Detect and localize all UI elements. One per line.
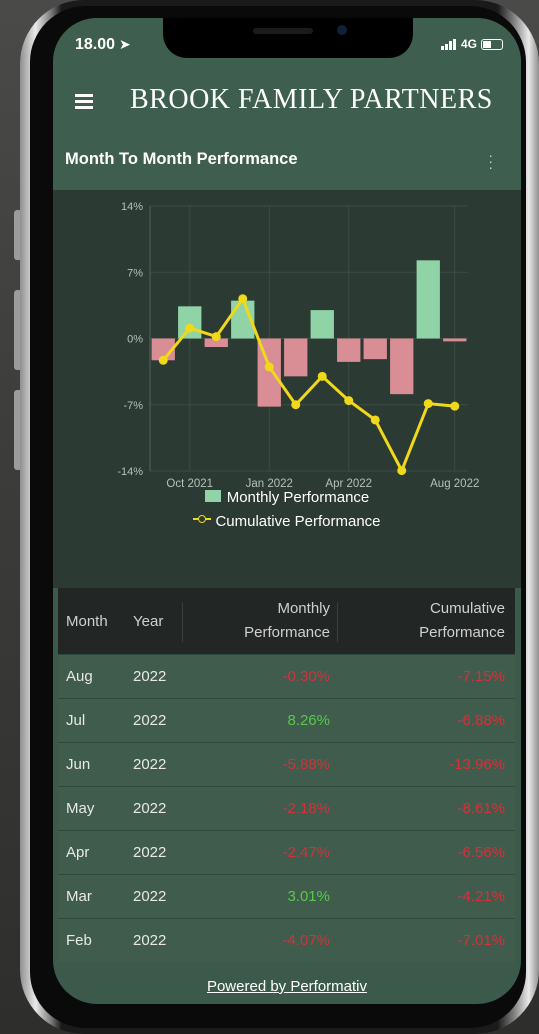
network-type: 4G — [460, 37, 477, 51]
table-header: Month Year Monthly Performance Cumulativ… — [58, 588, 515, 654]
bar-monthly — [363, 338, 387, 360]
cumulative-point — [344, 396, 354, 406]
monthly-swatch-icon — [204, 490, 221, 502]
cell-month: Jul — [66, 712, 86, 729]
y-tick-label: 7% — [127, 267, 143, 279]
cumulative-point — [317, 371, 327, 381]
cumulative-point — [370, 415, 380, 425]
status-indicators: 4G — [440, 37, 503, 51]
cell-month: Mar — [66, 888, 92, 905]
cell-cumulative: -6.88% — [457, 712, 505, 729]
location-arrow-icon: ➤ — [119, 36, 131, 52]
cell-month: Feb — [66, 932, 92, 949]
cell-monthly: -2.47% — [282, 844, 330, 861]
battery-icon — [481, 38, 503, 50]
y-tick-label: -14% — [117, 466, 143, 478]
cumulative-point — [291, 400, 301, 410]
cell-monthly: 8.26% — [287, 712, 330, 729]
cumulative-point — [211, 332, 221, 342]
header-cumulative-line2[interactable]: Performance — [419, 624, 505, 641]
header-monthly-line2[interactable]: Performance — [244, 624, 330, 641]
bar-monthly — [390, 338, 414, 395]
app-header: BROOK FAMILY PARTNERS — [53, 70, 521, 132]
y-tick-label: 0% — [127, 334, 143, 346]
cumulative-line-icon — [193, 513, 212, 523]
cell-cumulative: -7.01% — [457, 932, 505, 949]
cell-year: 2022 — [133, 800, 167, 817]
cell-cumulative: -6.56% — [457, 844, 505, 861]
table-row: Jun 2022 -5.88% -13.96% — [58, 742, 515, 786]
cumulative-point — [158, 355, 168, 365]
y-tick-label: -7% — [123, 400, 143, 412]
cell-monthly: -5.88% — [282, 756, 330, 773]
cumulative-point — [423, 399, 433, 409]
cell-year: 2022 — [133, 888, 167, 905]
bar-monthly — [443, 338, 467, 342]
table-row: Aug 2022 -0.30% -7.15% — [58, 654, 515, 698]
cell-year: 2022 — [133, 668, 167, 685]
table-row: Jul 2022 8.26% -6.88% — [58, 698, 515, 742]
cumulative-point — [264, 362, 274, 372]
y-tick-label: 14% — [121, 201, 143, 213]
header-monthly-line1[interactable]: Monthly — [277, 600, 330, 617]
cell-cumulative: -4.21% — [457, 888, 505, 905]
cell-monthly: -4.07% — [282, 932, 330, 949]
cell-year: 2022 — [133, 844, 167, 861]
cell-year: 2022 — [133, 932, 167, 949]
bar-monthly — [337, 338, 361, 362]
header-cumulative-line1[interactable]: Cumulative — [430, 600, 505, 617]
legend-monthly-label: Monthly Performance — [226, 489, 370, 506]
card-title: Month To Month Performance — [65, 150, 298, 168]
powered-by-link[interactable]: Powered by Performativ — [53, 978, 521, 995]
notch — [163, 18, 413, 58]
status-time: 18.00 — [75, 36, 116, 53]
header-month[interactable]: Month — [66, 613, 108, 630]
table-row: Apr 2022 -2.47% -6.56% — [58, 830, 515, 874]
cell-cumulative: -13.96% — [449, 756, 505, 773]
table-row: May 2022 -2.18% -8.61% — [58, 786, 515, 830]
table-row: Mar 2022 3.01% -4.21% — [58, 874, 515, 918]
legend-monthly[interactable]: Monthly Performance — [53, 489, 521, 506]
signal-bars-icon — [440, 38, 457, 50]
bar-monthly — [178, 306, 202, 339]
performance-chart: 14%7%0%-7%-14%Oct 2021 Jan 2022 Apr 2022 Au… — [117, 201, 479, 490]
brand-title: BROOK FAMILY PARTNERS — [130, 84, 493, 115]
more-options-icon[interactable]: · · · — [488, 148, 493, 174]
cell-year: 2022 — [133, 712, 167, 729]
hamburger-menu-icon[interactable] — [75, 94, 93, 109]
cumulative-point — [185, 323, 195, 333]
cell-cumulative: -8.61% — [457, 800, 505, 817]
cell-month: Apr — [66, 844, 90, 861]
cumulative-point — [450, 401, 460, 411]
header-year[interactable]: Year — [133, 613, 163, 630]
bar-monthly — [284, 338, 308, 377]
table-row: Feb 2022 -4.07% -7.01% — [58, 918, 515, 962]
performance-table: Month Year Monthly Performance Cumulativ… — [58, 588, 515, 962]
cell-monthly: 3.01% — [287, 888, 330, 905]
cell-month: May — [66, 800, 95, 817]
cell-year: 2022 — [133, 756, 167, 773]
cell-monthly: -0.30% — [282, 668, 330, 685]
cumulative-point — [238, 294, 248, 304]
cell-cumulative: -7.15% — [457, 668, 505, 685]
card-header: Month To Month Performance · · · — [53, 132, 521, 190]
bar-monthly — [416, 260, 440, 339]
legend-cumulative-label: Cumulative Performance — [215, 513, 381, 530]
legend-cumulative[interactable]: Cumulative Performance — [53, 513, 521, 530]
speaker-grille — [253, 28, 313, 34]
cell-monthly: -2.18% — [282, 800, 330, 817]
cell-month: Aug — [66, 668, 93, 685]
cumulative-point — [397, 466, 407, 476]
camera-icon — [337, 25, 347, 35]
cell-month: Jun — [66, 756, 91, 773]
phone-screen: 18.00 ➤ 4G BROOK FAMILY PARTNERS Month T… — [53, 18, 521, 1004]
bar-monthly — [310, 310, 334, 339]
